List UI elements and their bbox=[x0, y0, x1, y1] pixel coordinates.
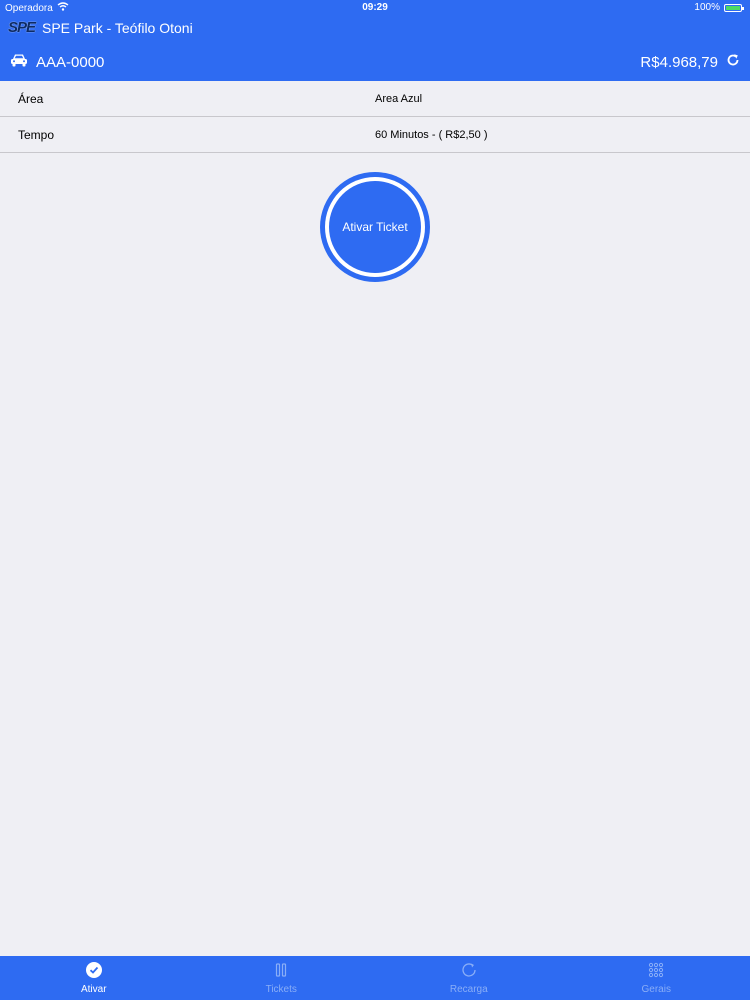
balance-amount: R$4.968,79 bbox=[640, 54, 718, 71]
refresh-circle-icon bbox=[461, 962, 477, 981]
area-label: Área bbox=[18, 92, 44, 106]
battery-icon bbox=[724, 3, 744, 12]
balance-area: R$4.968,79 bbox=[640, 53, 740, 72]
tab-bar: Ativar Tickets Recarga Gerais bbox=[0, 956, 750, 1000]
time-label: Tempo bbox=[18, 128, 55, 142]
app-logo: SPE bbox=[8, 19, 36, 36]
app-screen: Operadora 09:29 100% SPE SPE Park - Teóf… bbox=[0, 0, 750, 1000]
battery-percent: 100% bbox=[694, 2, 720, 13]
status-time: 09:29 bbox=[362, 2, 388, 13]
tab-ativar-label: Ativar bbox=[80, 983, 107, 995]
tab-tickets-label: Tickets bbox=[265, 983, 297, 995]
header: Operadora 09:29 100% SPE SPE Park - Teóf… bbox=[0, 0, 750, 81]
tab-recarga[interactable]: Recarga bbox=[375, 956, 563, 1000]
refresh-icon[interactable] bbox=[726, 53, 740, 72]
area-row[interactable]: Área Area Azul bbox=[0, 81, 750, 117]
tickets-icon bbox=[273, 962, 289, 981]
car-icon bbox=[10, 53, 28, 72]
status-right: 100% bbox=[694, 2, 744, 13]
status-bar: Operadora 09:29 100% bbox=[0, 0, 750, 16]
activate-ticket-ring-gap: Ativar Ticket bbox=[325, 177, 425, 277]
title-bar: SPE SPE Park - Teófilo Otoni bbox=[8, 18, 193, 38]
tab-tickets[interactable]: Tickets bbox=[188, 956, 376, 1000]
tab-recarga-label: Recarga bbox=[449, 983, 488, 995]
activate-ticket-ring: Ativar Ticket bbox=[320, 172, 430, 282]
time-row[interactable]: Tempo 60 Minutos - ( R$2,50 ) bbox=[0, 117, 750, 153]
app-title: SPE Park - Teófilo Otoni bbox=[42, 20, 193, 36]
tab-gerais[interactable]: Gerais bbox=[563, 956, 750, 1000]
tab-gerais-label: Gerais bbox=[641, 983, 671, 995]
vehicle-selector[interactable]: AAA-0000 bbox=[10, 53, 104, 72]
plate-number: AAA-0000 bbox=[36, 54, 105, 71]
tab-ativar[interactable]: Ativar bbox=[0, 956, 188, 1000]
time-value: 60 Minutos - ( R$2,50 ) bbox=[375, 129, 488, 141]
check-circle-icon bbox=[85, 961, 102, 981]
ticket-form: Área Area Azul Tempo 60 Minutos - ( R$2,… bbox=[0, 81, 750, 153]
grid-icon bbox=[648, 962, 664, 981]
activate-ticket-button[interactable]: Ativar Ticket bbox=[329, 181, 421, 273]
area-value: Area Azul bbox=[375, 93, 423, 105]
